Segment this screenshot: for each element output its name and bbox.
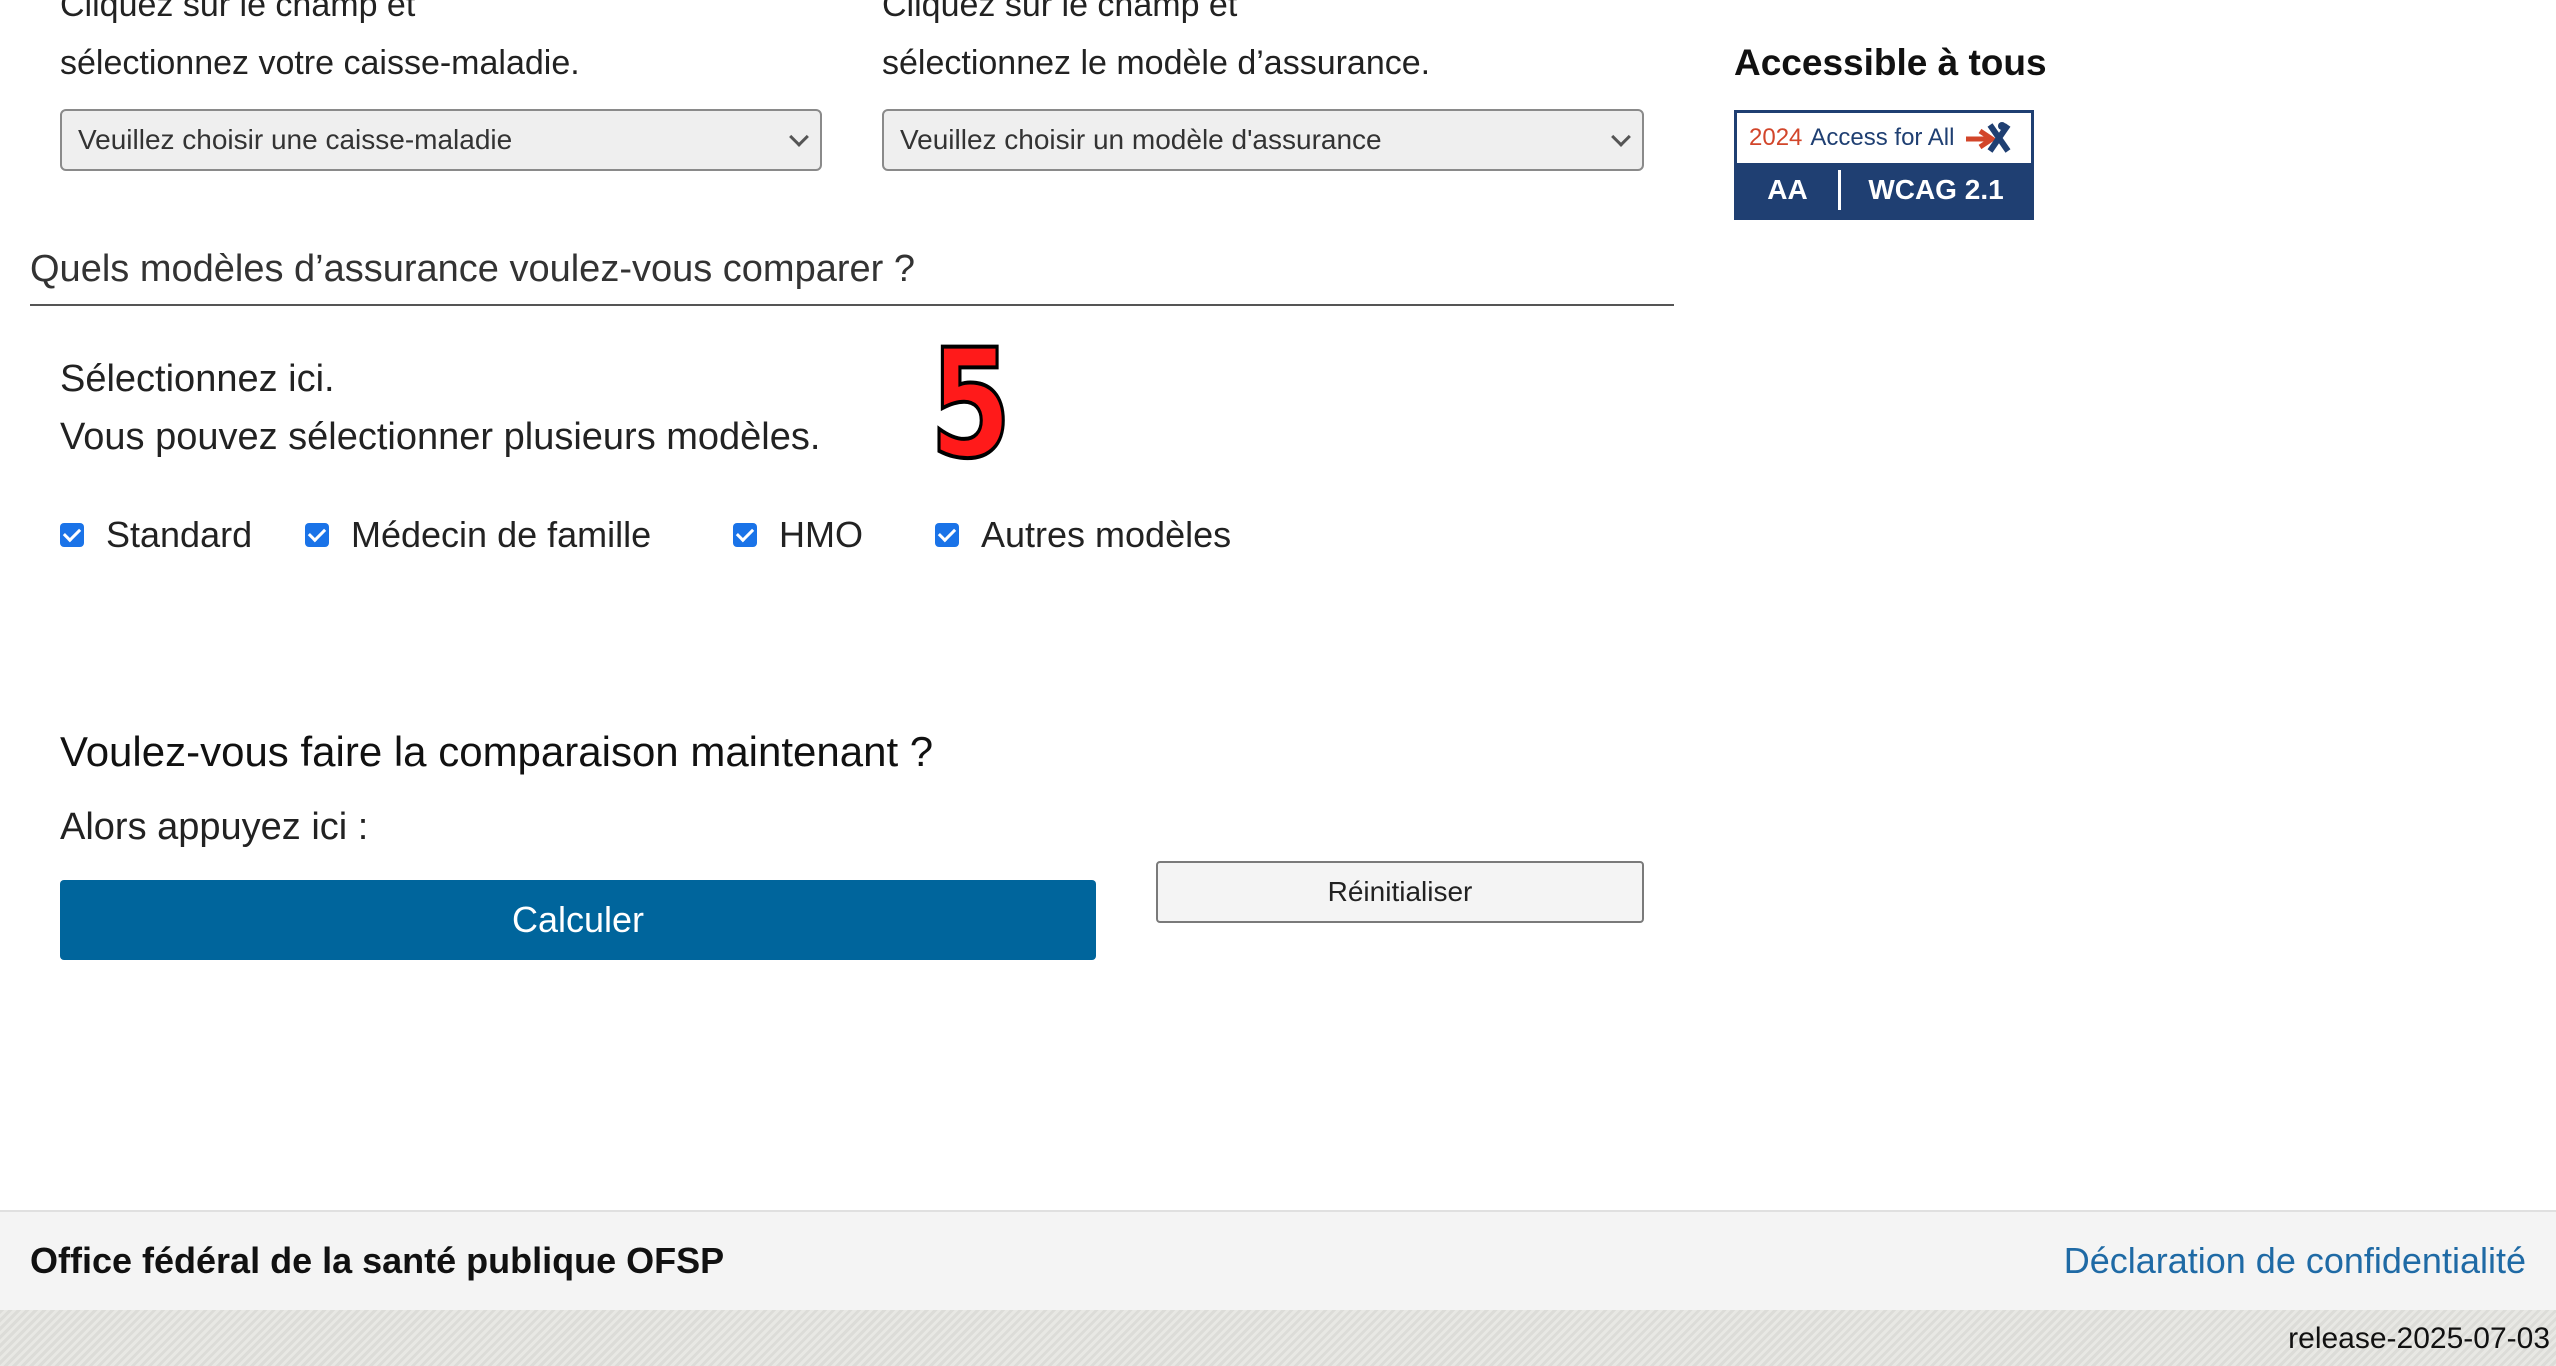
badge-standard: WCAG 2.1: [1868, 174, 2004, 205]
model-select-value: Veuillez choisir un modèle d'assurance: [900, 124, 1382, 155]
model-select[interactable]: Veuillez choisir un modèle d'assurance: [882, 109, 1644, 171]
option-other-models[interactable]: Autres modèles: [935, 514, 1231, 556]
section-divider: [30, 304, 1674, 306]
badge-level: AA: [1737, 170, 1841, 210]
option-label: Standard: [106, 514, 253, 555]
privacy-link[interactable]: Déclaration de confidentialité: [2064, 1240, 2526, 1282]
calculate-button[interactable]: Calculer: [60, 880, 1096, 960]
accessibility-title: Accessible à tous: [1734, 42, 2047, 83]
insurer-prompt: Cliquez sur le champ et sélectionnez vot…: [60, 0, 580, 82]
option-standard[interactable]: Standard: [60, 514, 252, 556]
access-for-all-badge[interactable]: 2024 Access for All AA WCAG 2.1: [1734, 110, 2034, 220]
badge-text: Access for All: [1810, 124, 1955, 151]
checkbox-hmo[interactable]: [733, 523, 757, 547]
badge-year: 2024: [1749, 124, 1803, 151]
option-label: HMO: [779, 514, 863, 555]
option-label: Médecin de famille: [351, 514, 652, 555]
checkbox-other-models[interactable]: [935, 523, 959, 547]
compare-hint: Alors appuyez ici :: [60, 806, 369, 848]
option-family-doctor[interactable]: Médecin de famille: [305, 514, 651, 556]
models-instructions: Sélectionnez ici. Vous pouvez sélectionn…: [60, 358, 821, 458]
reset-button[interactable]: Réinitialiser: [1156, 861, 1644, 923]
release-bar: [0, 1310, 2556, 1366]
access-for-all-logo-icon: [1966, 122, 2011, 153]
models-section-title: Quels modèles d’assurance voulez-vous co…: [30, 248, 915, 290]
checkbox-family-doctor[interactable]: [305, 523, 329, 547]
step-marker: 5: [928, 318, 1013, 492]
checkbox-standard[interactable]: [60, 523, 84, 547]
model-prompt: Cliquez sur le champ et sélectionnez le …: [882, 0, 1431, 82]
insurer-select-value: Veuillez choisir une caisse-maladie: [78, 124, 513, 155]
option-hmo[interactable]: HMO: [733, 514, 863, 556]
insurer-select[interactable]: Veuillez choisir une caisse-maladie: [60, 109, 822, 171]
chevron-down-icon: [1611, 127, 1631, 147]
release-label: release-2025-07-03: [2288, 1322, 2550, 1355]
compare-question: Voulez-vous faire la comparaison mainten…: [60, 728, 934, 775]
footer: Office fédéral de la santé publique OFSP…: [0, 1210, 2556, 1310]
option-label: Autres modèles: [981, 514, 1232, 555]
footer-organization: Office fédéral de la santé publique OFSP: [30, 1240, 725, 1281]
chevron-down-icon: [789, 127, 809, 147]
